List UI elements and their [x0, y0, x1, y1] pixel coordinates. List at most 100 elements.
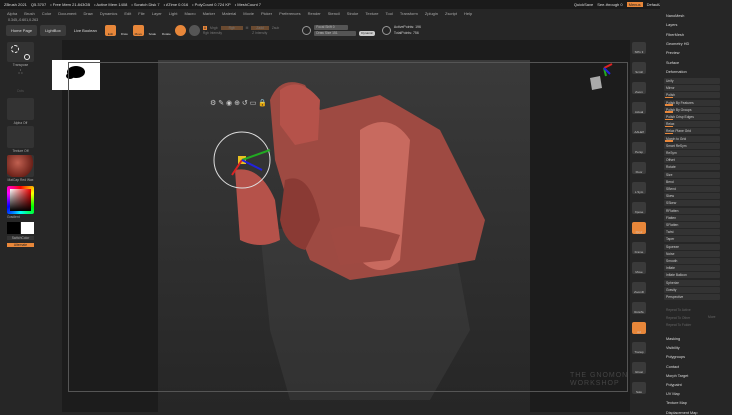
model-3d[interactable]: ⚙ ✎ ◉ ⊕ ↺ ▭ 🔒 — [200, 70, 500, 410]
transpose-sphere-icon[interactable] — [188, 24, 200, 36]
menu-help[interactable]: Help — [464, 11, 472, 16]
palette-visibility[interactable]: Visibility — [666, 346, 680, 350]
menu-render[interactable]: Render — [308, 11, 321, 16]
toolbar-zoomd[interactable]: ZoomD — [632, 282, 646, 294]
lightbox-button[interactable]: LightBox — [40, 24, 66, 36]
menu-edit[interactable]: Edit — [124, 11, 131, 16]
toolbar-solo[interactable]: Solo — [632, 382, 646, 394]
palette-uv-map[interactable]: UV Map — [666, 392, 680, 396]
toolbar-actual[interactable]: Actual — [632, 102, 646, 114]
color-square[interactable] — [10, 189, 31, 211]
toolbar-l-sym[interactable]: L.Sym — [632, 182, 646, 194]
deform-relax[interactable]: Relax — [664, 121, 720, 128]
rgb-intensity-slider[interactable]: Rgb Intensity — [203, 31, 222, 35]
secondary-color-swatch[interactable] — [7, 222, 20, 234]
dynamic-button[interactable]: Dynamic — [359, 30, 375, 36]
transpose-brush-button[interactable] — [7, 42, 34, 62]
rgb-button[interactable]: Rgb — [220, 25, 243, 30]
home-page-button[interactable]: Home Page — [6, 24, 38, 36]
alpha-button[interactable] — [7, 98, 34, 120]
deform-bend[interactable]: Bend — [664, 178, 720, 185]
toolbar-transp[interactable]: Transp — [632, 342, 646, 354]
draw-button[interactable]: Draw — [119, 25, 130, 36]
toolbar-spix-3[interactable]: SPix 3 — [632, 42, 646, 54]
alternate-button[interactable]: Alternate — [7, 243, 34, 247]
zadd-button[interactable]: Zadd — [251, 25, 269, 30]
deform-polish-by-features[interactable]: Polish By Features — [664, 99, 720, 106]
palette-surface[interactable]: Surface — [666, 61, 679, 65]
menu-marker[interactable]: Marker — [203, 11, 215, 16]
palette-contact[interactable]: Contact — [666, 365, 679, 369]
menu-alpha[interactable]: Alpha — [7, 11, 17, 16]
deform-sbend[interactable]: SBend — [664, 186, 720, 192]
navigation-cube[interactable] — [576, 60, 616, 100]
menu-zscript[interactable]: Zscript — [445, 11, 457, 16]
toolbar-scroll[interactable]: Scroll — [632, 62, 646, 74]
edit-button[interactable]: Edit — [104, 24, 116, 36]
toolbar-zoom[interactable]: Zoom — [632, 82, 646, 94]
palette-polygroups[interactable]: Polygroups — [666, 355, 685, 359]
deform-perspective[interactable]: Perspective — [664, 294, 720, 300]
move-button[interactable]: Move — [132, 24, 144, 36]
a-button[interactable]: A — [202, 25, 208, 30]
mrgb-button[interactable]: Mrgb — [210, 26, 218, 30]
menu-texture[interactable]: Texture — [365, 11, 378, 16]
deform-resym[interactable]: ReSym — [664, 150, 720, 156]
menu-macro[interactable]: Macro — [184, 11, 195, 16]
palette-layers[interactable]: Layers — [666, 23, 677, 27]
deform-unify[interactable]: Unify — [664, 78, 720, 84]
deformation-header[interactable]: Deformation — [666, 70, 687, 74]
menu-draw[interactable]: Draw — [83, 11, 92, 16]
palette-masking[interactable]: Masking — [666, 337, 680, 341]
material-button[interactable] — [7, 155, 34, 177]
deform-spherize[interactable]: Spherize — [664, 279, 720, 286]
live-boolean-button[interactable]: Live Boolean — [69, 25, 102, 36]
deform-rflatten[interactable]: RFlatten — [664, 207, 720, 214]
toolbar-persp[interactable]: Persp — [632, 142, 646, 154]
deform-taper[interactable]: Taper — [664, 236, 720, 243]
deform-flatten[interactable]: Flatten — [664, 214, 720, 221]
rotate-button[interactable]: Rotate — [161, 25, 172, 36]
deform-inflate-balloon[interactable]: Inflate Balloon — [664, 272, 720, 279]
menu-layer[interactable]: Layer — [152, 11, 162, 16]
menu-stencil[interactable]: Stencil — [328, 11, 340, 16]
menu-transform[interactable]: Transform — [400, 11, 418, 16]
toolbar-rotate[interactable]: RotaTe — [632, 302, 646, 314]
menu-zplugin[interactable]: Zplugin — [425, 11, 438, 16]
menus-button[interactable]: Menus — [626, 2, 643, 7]
toolbar-aahalf[interactable]: AAHalf — [632, 122, 646, 134]
quicksave-button[interactable]: QuickSave — [574, 2, 593, 7]
repeat-2[interactable]: Repeat To Folder — [666, 323, 691, 327]
toolbar-ghost[interactable]: Ghost — [632, 362, 646, 374]
draw-size-slider[interactable]: Draw Size 151 — [314, 30, 357, 36]
switch-color-button[interactable]: SwitchColor — [7, 236, 34, 240]
menu-color[interactable]: Color — [42, 11, 52, 16]
menu-picker[interactable]: Picker — [261, 11, 272, 16]
toolbar-move[interactable]: Move — [632, 262, 646, 274]
gizmo-icon[interactable] — [174, 24, 186, 36]
deform-morph-to-grid[interactable]: Morph to Grid — [664, 135, 720, 142]
deform-smart-resym[interactable]: Smart ReSym — [664, 142, 720, 149]
z-intensity-slider[interactable]: Z Intensity — [252, 31, 267, 35]
palette-polypaint[interactable]: Polypaint — [666, 383, 682, 387]
texture-button[interactable] — [7, 126, 34, 148]
palette-nanomesh[interactable]: NanoMesh — [666, 14, 684, 18]
menu-tool[interactable]: Tool — [385, 11, 392, 16]
deform-mirror[interactable]: Mirror — [664, 85, 720, 92]
repeat-1[interactable]: Repeat To Other — [666, 316, 690, 320]
deform-polish-by-groups[interactable]: Polish By Groups — [664, 106, 720, 113]
main-color-swatch[interactable] — [21, 222, 34, 234]
menu-material[interactable]: Material — [222, 11, 236, 16]
toolbar-xpose[interactable]: Xpose — [632, 202, 646, 214]
deform-squeeze[interactable]: Squeeze — [664, 243, 720, 250]
deform-offset[interactable]: Offset — [664, 157, 720, 164]
deform-sskew[interactable]: SSkew — [664, 200, 720, 207]
deform-relax-plane-grid[interactable]: Relax Plane Grid — [664, 128, 720, 135]
menu-file[interactable]: File — [138, 11, 144, 16]
menu-document[interactable]: Document — [58, 11, 76, 16]
deform-smooth[interactable]: Smooth — [664, 258, 720, 264]
stroke-dots-button[interactable]: ∴ — [7, 68, 34, 88]
repeat-0[interactable]: Repeat To Active — [666, 308, 691, 312]
toolbar-ad[interactable]: Ad — [632, 322, 646, 334]
deform-polish-crisp-edges[interactable]: Polish Crisp Edges — [664, 114, 720, 120]
